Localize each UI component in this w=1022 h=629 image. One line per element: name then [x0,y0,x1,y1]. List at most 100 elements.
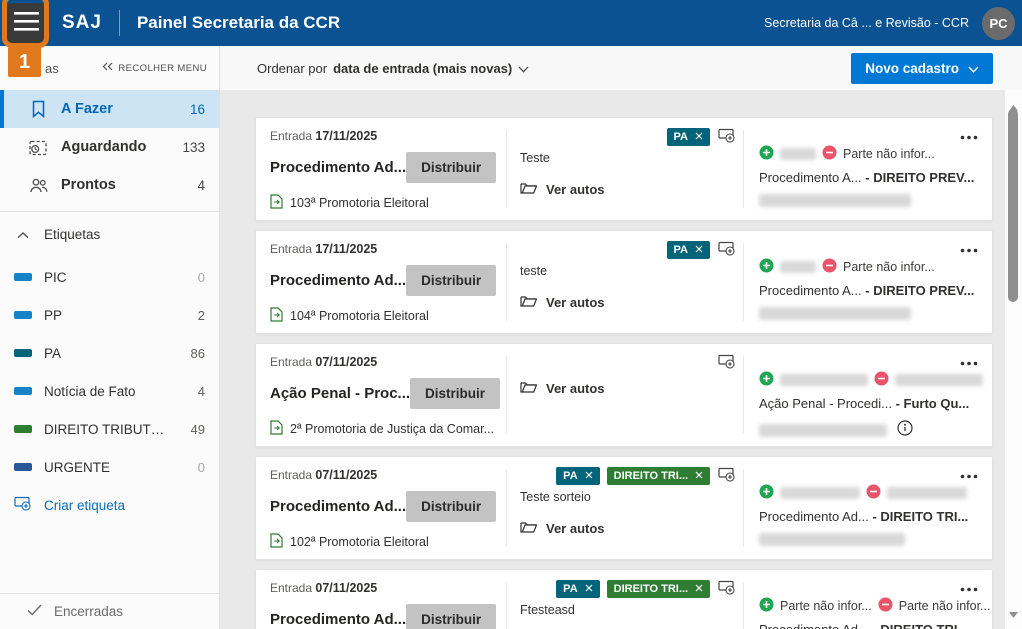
label-item-pic[interactable]: PIC 0 [0,258,219,296]
tag-text: DIREITO TRI... [614,583,688,595]
process-card[interactable]: Entrada 17/11/2025 Procedimento Ad... Di… [255,117,993,221]
tag-chip[interactable]: DIREITO TRI... [607,467,710,485]
labels-section-toggle[interactable]: Etiquetas [0,219,219,249]
label-item-urgente[interactable]: URGENTE 0 [0,448,219,486]
tag-text: DIREITO TRI... [614,470,688,482]
process-card[interactable]: Entrada 07/11/2025 Procedimento Ad... Di… [255,569,993,629]
origin-label: 104ª Promotoria Eleitoral [290,309,429,323]
sort-dropdown[interactable]: Ordenar por data de entrada (mais novas) [257,61,529,76]
label-color-chip [14,387,32,395]
app-logo: SAJ [62,12,102,34]
tag-chip[interactable]: PA [556,580,599,598]
label-item-pa[interactable]: PA 86 [0,334,219,372]
card-tags [717,354,736,372]
entry-label: Entrada [270,468,312,482]
info-icon[interactable] [897,420,913,441]
class-label: Ação Penal - Procedi... [759,396,892,411]
view-files-button[interactable]: Ver autos [520,520,605,536]
remove-tag-icon[interactable] [695,131,703,143]
new-record-button[interactable]: Novo cadastro [851,53,993,84]
sidebar-item-aguardando[interactable]: Aguardando 133 [0,128,219,166]
distribute-button[interactable]: Distribuir [406,265,496,296]
label-name: PP [44,308,62,323]
scrollbar-thumb[interactable] [1008,109,1018,302]
remove-tag-icon[interactable] [695,244,703,256]
label-item-pp[interactable]: PP 2 [0,296,219,334]
remove-tag-icon[interactable] [585,470,593,482]
view-files-button[interactable]: Ver autos [520,181,605,197]
entry-date-row: Entrada 17/11/2025 [270,242,506,256]
label-color-chip [14,463,32,471]
distribute-button[interactable]: Distribuir [406,491,496,522]
card-main-info: Entrada 17/11/2025 Procedimento Ad... Di… [256,231,506,333]
sidebar-item-a-fazer[interactable]: A Fazer 16 [0,90,219,128]
subject-label: - DIREITO PREV... [865,283,974,298]
card-tags: PA [667,241,736,259]
process-title[interactable]: Ação Penal - Proc... [270,385,410,402]
party-active-label: Parte não infor... [780,599,872,613]
entry-date: 07/11/2025 [315,581,377,595]
process-card[interactable]: Entrada 17/11/2025 Procedimento Ad... Di… [255,230,993,334]
label-name: PA [44,346,61,361]
more-options-button[interactable] [958,465,980,484]
tag-chip[interactable]: PA [556,467,599,485]
redacted-party [895,374,983,386]
more-options-button[interactable] [958,126,980,145]
tag-chip[interactable]: PA [667,241,710,259]
process-card[interactable]: Entrada 07/11/2025 Ação Penal - Proc... … [255,343,993,447]
label-item-direito-tributario[interactable]: DIREITO TRIBUTÁR... 49 [0,410,219,448]
process-card[interactable]: Entrada 07/11/2025 Procedimento Ad... Di… [255,456,993,560]
more-options-button[interactable] [958,578,980,597]
parties-row: Parte não infor... [759,145,978,163]
process-title[interactable]: Procedimento Ad... [270,159,406,176]
tag-chip[interactable]: PA [667,128,710,146]
process-title[interactable]: Procedimento Ad... [270,498,406,515]
menu-button[interactable] [7,3,45,43]
scroll-down-icon[interactable] [1009,605,1018,623]
entry-label: Entrada [270,242,312,256]
add-tag-button[interactable] [718,354,736,372]
closed-filter[interactable]: Encerradas [0,593,219,629]
more-options-button[interactable] [958,352,980,371]
remove-tag-icon[interactable] [585,583,593,595]
card-main-info: Entrada 07/11/2025 Procedimento Ad... Di… [256,570,506,629]
create-label-button[interactable]: Criar etiqueta [0,486,219,524]
collapse-menu-button[interactable]: RECOLHER MENU [102,62,207,74]
distribute-button[interactable]: Distribuir [406,604,496,629]
add-tag-button[interactable] [718,467,736,485]
class-label: Procedimento Ad... [759,622,869,629]
add-tag-button[interactable] [718,128,736,146]
class-subject-row: Procedimento A... - DIREITO PREV... [759,283,978,298]
entry-date-row: Entrada 07/11/2025 [270,468,506,482]
tag-chip[interactable]: DIREITO TRI... [607,580,710,598]
view-files-button[interactable]: Ver autos [520,380,605,396]
redacted-number [759,307,911,320]
minus-circle-icon [874,371,889,389]
check-icon [27,604,42,619]
label-item-noticia-de-fato[interactable]: Notícia de Fato 4 [0,372,219,410]
remove-tag-icon[interactable] [695,470,703,482]
class-label: Procedimento A... [759,170,862,185]
scrollbar[interactable] [1005,90,1022,629]
label-count: 49 [191,422,205,437]
class-subject-row: Procedimento A... - DIREITO PREV... [759,170,978,185]
process-title[interactable]: Procedimento Ad... [270,611,406,628]
add-tag-button[interactable] [718,241,736,259]
tag-text: PA [563,470,577,482]
avatar[interactable]: PC [982,7,1015,40]
distribute-button[interactable]: Distribuir [406,152,496,183]
minus-circle-icon [822,258,837,276]
remove-tag-icon[interactable] [695,583,703,595]
tag-text: PA [674,131,688,143]
card-tags: PA DIREITO TRI... [556,580,736,598]
more-options-button[interactable] [958,239,980,258]
sidebar-item-prontos[interactable]: Prontos 4 [0,166,219,204]
view-files-button[interactable]: Ver autos [520,294,605,310]
card-parties-column: Parte não infor... Procedimento A... - D… [743,231,992,333]
distribute-button[interactable]: Distribuir [410,378,500,409]
document-forward-icon [270,420,283,438]
add-tag-button[interactable] [718,580,736,598]
process-title[interactable]: Procedimento Ad... [270,272,406,289]
document-forward-icon [270,194,283,212]
entry-date: 07/11/2025 [315,468,377,482]
